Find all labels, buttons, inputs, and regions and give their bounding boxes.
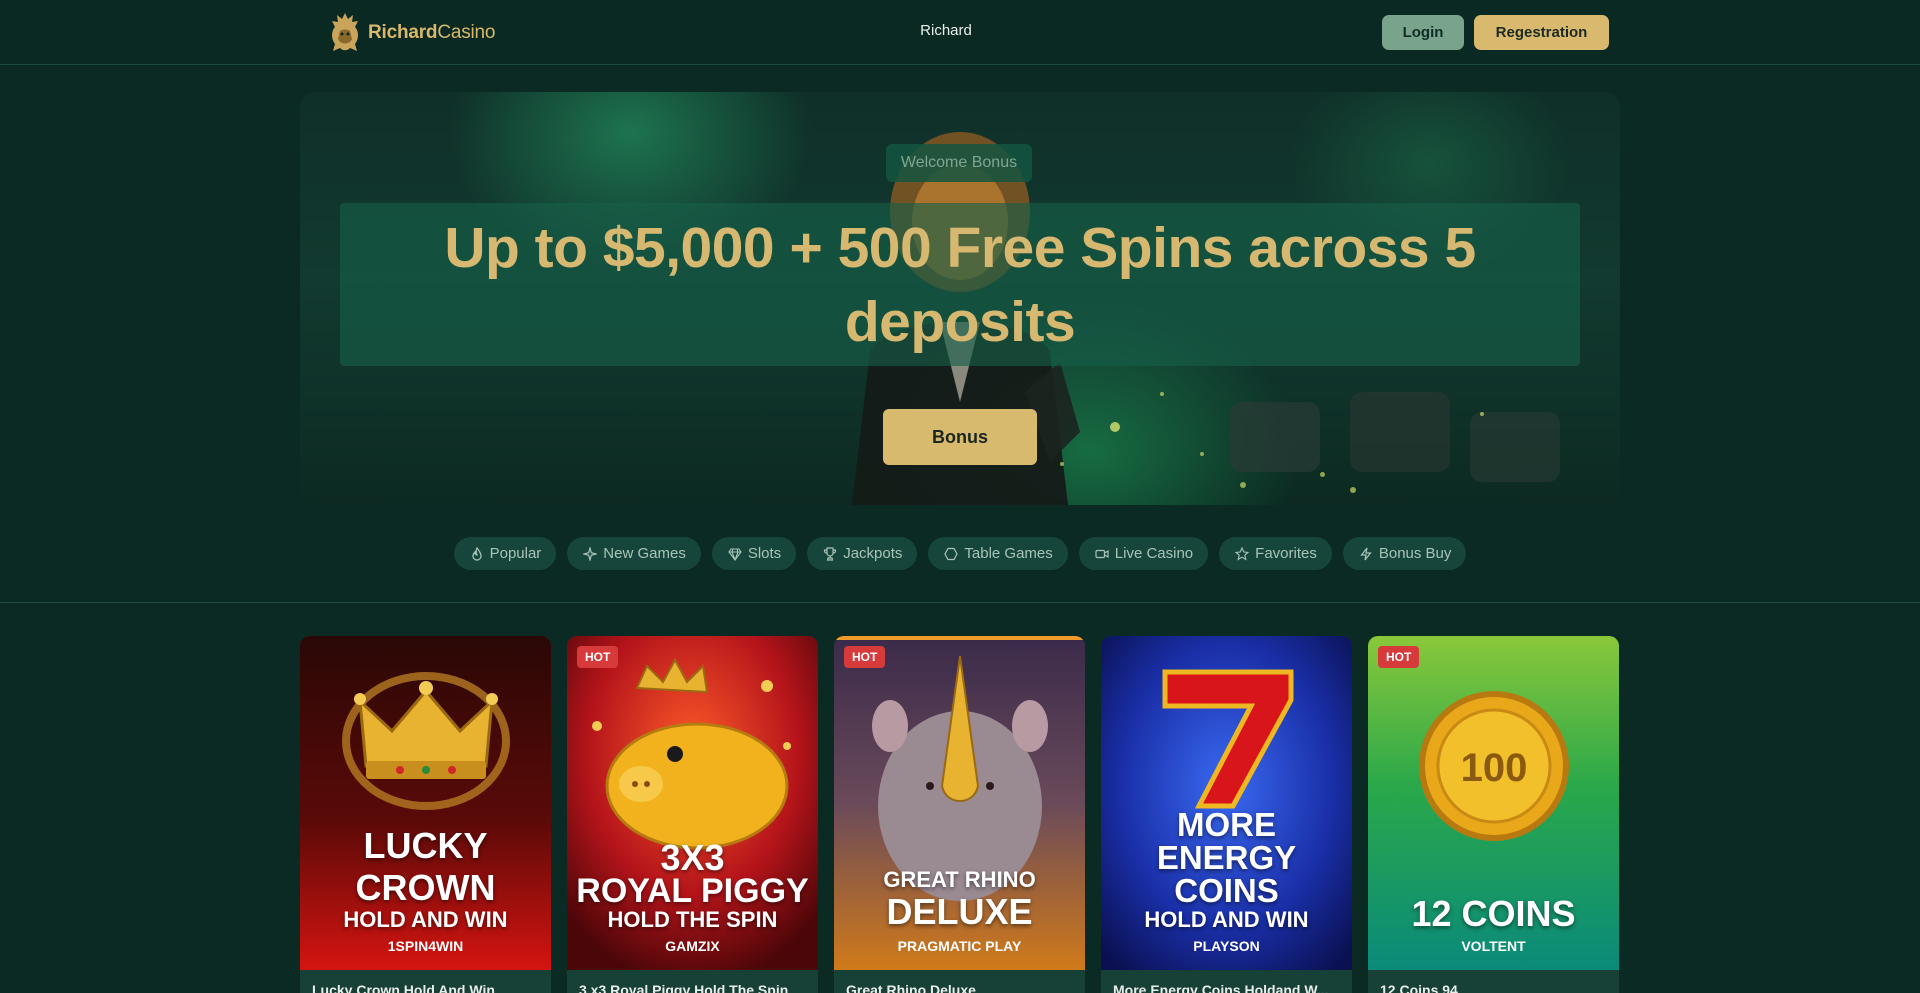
game-card-12-coins[interactable]: 100 HOT 12 COINS VOLTENT 12 Coins 94	[1368, 636, 1619, 993]
hero-banner: Welcome Bonus Up to $5,000 + 500 Free Sp…	[300, 92, 1620, 505]
hot-badge: HOT	[577, 646, 619, 668]
game-art-title: LUCKY	[363, 825, 488, 866]
section-divider	[0, 602, 1920, 603]
hot-badge: HOT	[844, 646, 886, 668]
category-label: Bonus Buy	[1378, 545, 1452, 562]
hexagon-icon	[944, 547, 959, 560]
game-name: Lucky Crown Hold And Win	[300, 970, 551, 993]
category-favorites[interactable]: Favorites	[1219, 537, 1332, 570]
category-label: Slots	[747, 545, 782, 562]
lounge-chairs-illustration	[1230, 392, 1560, 482]
game-art-title: DELUXE	[886, 891, 1033, 932]
game-art-subtitle: HOLD AND WIN	[343, 907, 508, 932]
category-slots[interactable]: Slots	[711, 537, 797, 570]
game-art-subtitle: HOLD THE SPIN	[607, 907, 778, 932]
game-name: More Energy Coins Holdand W...	[1101, 970, 1352, 993]
headline-box: Up to $5,000 + 500 Free Spins across 5 d…	[340, 203, 1580, 366]
category-label: Live Casino	[1114, 545, 1194, 562]
game-art-title: 3X3	[660, 837, 725, 878]
registration-button[interactable]: Regestration	[1474, 15, 1609, 50]
category-label: Favorites	[1255, 545, 1317, 562]
game-art-title: 12 COINS	[1411, 893, 1576, 934]
hero-headline: Up to $5,000 + 500 Free Spins across 5 d…	[444, 215, 1476, 354]
category-table-games[interactable]: Table Games	[928, 537, 1068, 570]
game-name: 3 x3 Royal Piggy Hold The Spin	[567, 970, 818, 993]
game-grid: LUCKY CROWN HOLD AND WIN 1SPIN4WIN Lucky…	[300, 636, 1620, 993]
category-label: Jackpots	[843, 545, 903, 562]
game-card-royal-piggy[interactable]: HOT 3X3 ROYAL PIGGY HOLD THE SPIN GAMZIX…	[567, 636, 818, 993]
game-art-title: COINS	[1174, 872, 1279, 909]
diamond-icon	[728, 547, 742, 561]
category-label: New Games	[603, 545, 686, 562]
game-provider: VOLTENT	[1461, 938, 1526, 954]
nav-link-richard[interactable]: Richard	[900, 22, 992, 39]
hot-badge: HOT	[1378, 646, 1420, 668]
game-art-title: GREAT RHINO	[883, 867, 1036, 892]
login-button[interactable]: Login	[1382, 15, 1464, 50]
game-art-title: ROYAL PIGGY	[576, 872, 809, 910]
game-card-great-rhino[interactable]: HOT GREAT RHINO DELUXE PRAGMATIC PLAY Gr…	[834, 636, 1085, 993]
trophy-icon	[824, 546, 837, 561]
svg-text:100: 100	[1461, 746, 1528, 790]
game-art-title: ENERGY	[1156, 839, 1297, 876]
brand-name: RichardCasino	[368, 22, 496, 43]
game-provider: 1SPIN4WIN	[387, 938, 464, 954]
bonus-button[interactable]: Bonus	[883, 409, 1037, 465]
game-provider: PLAYSON	[1193, 938, 1260, 954]
game-provider: PRAGMATIC PLAY	[897, 938, 1022, 954]
category-live-casino[interactable]: Live Casino	[1078, 537, 1209, 570]
category-popular[interactable]: Popular	[453, 537, 557, 570]
category-label: Table Games	[964, 545, 1053, 562]
category-jackpots[interactable]: Jackpots	[807, 537, 918, 570]
game-card-more-energy-coins[interactable]: MORE ENERGY COINS HOLD AND WIN PLAYSON M…	[1101, 636, 1352, 993]
game-art-subtitle: HOLD AND WIN	[1144, 907, 1309, 932]
category-filter-bar: Popular New Games Slots Jackpots Table G…	[0, 537, 1920, 570]
game-card-lucky-crown[interactable]: LUCKY CROWN HOLD AND WIN 1SPIN4WIN Lucky…	[300, 636, 551, 993]
top-header: RichardCasino Richard Login Regestration	[0, 0, 1920, 65]
lion-logo-icon	[332, 13, 358, 51]
flame-icon	[471, 546, 482, 561]
brand-logo[interactable]: RichardCasino	[328, 11, 495, 55]
lightning-icon	[1360, 547, 1372, 560]
category-new-games[interactable]: New Games	[567, 537, 701, 570]
game-name: Great Rhino Deluxe	[834, 970, 1085, 993]
game-art-title: MORE	[1177, 806, 1276, 843]
welcome-bonus-badge: Welcome Bonus	[886, 144, 1032, 182]
star-icon	[1235, 546, 1250, 561]
video-icon	[1095, 549, 1109, 558]
sparkle-icon	[583, 546, 598, 561]
game-provider: GAMZIX	[665, 938, 720, 954]
game-name: 12 Coins 94	[1368, 970, 1619, 993]
category-bonus-buy[interactable]: Bonus Buy	[1342, 537, 1467, 570]
game-art-title: CROWN	[355, 867, 496, 908]
category-label: Popular	[489, 545, 542, 562]
